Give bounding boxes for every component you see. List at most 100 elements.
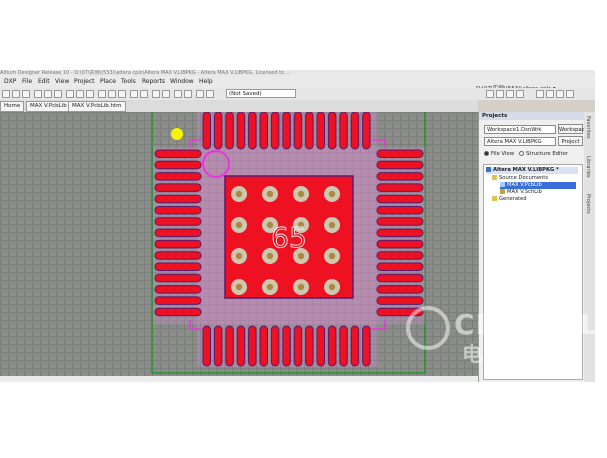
pin-top[interactable] [225,112,234,150]
paste-icon[interactable] [86,90,94,98]
pin-top[interactable] [248,112,257,150]
menu-file[interactable]: File [22,78,32,85]
side-tab-projects[interactable]: Projects [585,194,591,214]
pin-top[interactable] [259,112,268,150]
menu-dxp[interactable]: DXP [4,78,16,85]
pin-right[interactable] [376,183,424,192]
pin-top[interactable] [339,112,348,150]
pin-bottom[interactable] [305,325,314,367]
tab-pcblib-htm[interactable]: MAX V.PcbLib.htm [68,101,126,112]
redo-icon[interactable] [184,90,192,98]
pin-right[interactable] [376,307,424,317]
pin-left[interactable] [154,194,202,204]
pin-left[interactable] [154,160,202,170]
pin-top[interactable] [236,112,246,150]
pin-top[interactable] [305,112,314,150]
pin-top[interactable] [293,112,303,150]
pin-bottom[interactable] [225,325,234,367]
pin-bottom[interactable] [327,325,337,367]
pcb-editor-canvas[interactable]: 65 [0,112,478,376]
pin-right[interactable] [376,273,424,283]
pin-left[interactable] [154,239,202,249]
pin-bottom[interactable] [339,325,348,367]
undo-icon[interactable] [174,90,182,98]
select-icon[interactable] [98,90,106,98]
refresh-icon[interactable] [536,90,544,98]
tree-item-schlib[interactable]: MAX V.SchLib [500,189,542,196]
zoom-fit-icon[interactable] [54,90,62,98]
file-view-radio[interactable]: File View [484,151,514,157]
menu-edit[interactable]: Edit [38,78,50,85]
deselect-icon[interactable] [118,90,126,98]
pin-bottom[interactable] [316,325,325,367]
pin-bottom[interactable] [282,325,291,367]
pin-bottom[interactable] [259,325,268,367]
zoom-in-icon[interactable] [34,90,42,98]
pin-left[interactable] [154,149,202,158]
pin-bottom[interactable] [293,325,303,367]
project-select[interactable]: Altera MAX V.LIBPKG [484,137,556,146]
open-icon[interactable] [2,90,10,98]
tree-root-item[interactable]: Altera MAX V.LIBPKG * [486,167,578,174]
move-icon[interactable] [108,90,116,98]
pin-bottom[interactable] [350,325,360,367]
history-icon[interactable] [566,90,574,98]
zoom-out-icon[interactable] [44,90,52,98]
pin-right[interactable] [376,251,424,260]
pin-right[interactable] [376,239,424,249]
tree-item-pcblib[interactable]: MAX V.PcbLib [500,182,576,189]
save-state-dropdown[interactable]: (Not Saved) [226,89,296,98]
pin-right[interactable] [376,228,424,238]
copy-icon[interactable] [76,90,84,98]
favorite-icon[interactable] [516,90,524,98]
forward-icon[interactable] [496,90,504,98]
pin-left[interactable] [154,285,202,294]
menu-project[interactable]: Project [74,78,95,85]
home-nav-icon[interactable] [506,90,514,98]
pin-bottom[interactable] [362,325,371,367]
tree-generated-folder[interactable]: Generated [492,196,527,203]
menu-help[interactable]: Help [199,78,213,85]
pin-bottom[interactable] [202,325,211,367]
browse-icon[interactable] [556,90,564,98]
pin-right[interactable] [376,262,424,271]
pin-top[interactable] [213,112,223,150]
pin-left[interactable] [154,183,202,192]
pin-left[interactable] [154,262,202,271]
menu-window[interactable]: Window [170,78,194,85]
pin-top[interactable] [316,112,325,150]
pin-right[interactable] [376,160,424,170]
place-line-icon[interactable] [162,90,170,98]
pin-left[interactable] [154,251,202,260]
pin-bottom[interactable] [236,325,246,367]
menu-view[interactable]: View [55,78,69,85]
menu-tools[interactable]: Tools [121,78,136,85]
print-icon[interactable] [22,90,30,98]
pin-right[interactable] [376,194,424,204]
project-button[interactable]: Project [558,136,583,146]
pin-left[interactable] [154,206,202,215]
side-tab-libraries[interactable]: Libraries [585,156,591,178]
pin-right[interactable] [376,285,424,294]
stop-icon[interactable] [546,90,554,98]
pin-top[interactable] [202,112,211,150]
pin-right[interactable] [376,296,424,305]
tab-pcblib[interactable]: MAX V.PcbLib [26,101,71,112]
cut-icon[interactable] [66,90,74,98]
pin-top[interactable] [327,112,337,150]
pin-left[interactable] [154,273,202,283]
structure-editor-radio[interactable]: Structure Editor [519,151,568,157]
pin-bottom[interactable] [213,325,223,367]
menu-place[interactable]: Place [100,78,116,85]
layers-icon[interactable] [206,90,214,98]
pin-right[interactable] [376,217,424,226]
menu-reports[interactable]: Reports [142,78,165,85]
place-pad-icon[interactable] [152,90,160,98]
snap-icon[interactable] [140,90,148,98]
grid-icon[interactable] [130,90,138,98]
back-icon[interactable] [486,90,494,98]
tab-home[interactable]: Home [0,101,25,112]
pin-left[interactable] [154,296,202,305]
pin-right[interactable] [376,149,424,158]
pin-left[interactable] [154,307,202,317]
